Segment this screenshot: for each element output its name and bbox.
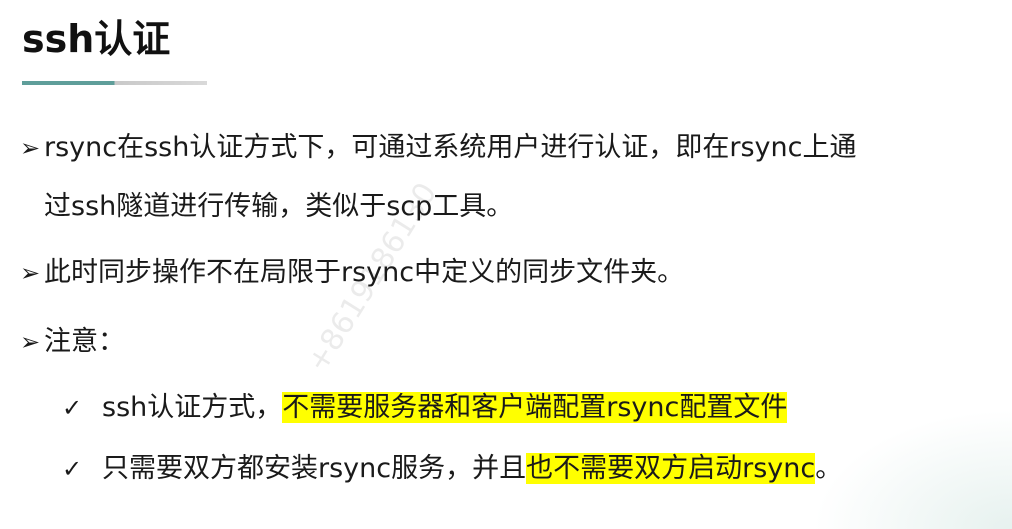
bullet-3-text: 注意：	[44, 326, 125, 357]
checkmark-icon: ✓	[62, 455, 83, 483]
bullet-3: ➢ 注意：	[20, 324, 125, 360]
subitem-2-highlight: 也不需要双方启动rsync	[526, 453, 816, 484]
arrow-bullet-icon: ➢	[20, 134, 41, 162]
arrow-bullet-icon: ➢	[20, 328, 41, 356]
bullet-2-text: 此时同步操作不在局限于rsync中定义的同步文件夹。	[44, 257, 685, 288]
bullet-2: ➢ 此时同步操作不在局限于rsync中定义的同步文件夹。	[20, 255, 684, 291]
page-title: ssh认证	[22, 17, 171, 61]
subitem-2-plain: 只需要双方都安装rsync服务，并且	[102, 453, 527, 484]
subitem-2: ✓只需要双方都安装rsync服务，并且也不需要双方启动rsync。	[62, 451, 842, 487]
bullet-1-line-1: ➢ rsync在ssh认证方式下，可通过系统用户进行认证，即在rsync上通	[20, 130, 856, 166]
checkmark-icon: ✓	[62, 394, 83, 422]
subitem-1: ✓ ssh认证方式，不需要服务器和客户端配置rsync配置文件	[62, 390, 788, 426]
bullet-1-text: rsync在ssh认证方式下，可通过系统用户进行认证，即在rsync上通	[44, 132, 857, 163]
decorative-corner	[812, 409, 1012, 529]
subitem-1-plain: ssh认证方式，	[102, 392, 283, 423]
title-underline	[22, 81, 207, 85]
bullet-1-line-2: 过ssh隧道进行传输，类似于scp工具。	[44, 191, 514, 222]
arrow-bullet-icon: ➢	[20, 259, 41, 287]
subitem-1-highlight: 不需要服务器和客户端配置rsync配置文件	[282, 392, 788, 423]
